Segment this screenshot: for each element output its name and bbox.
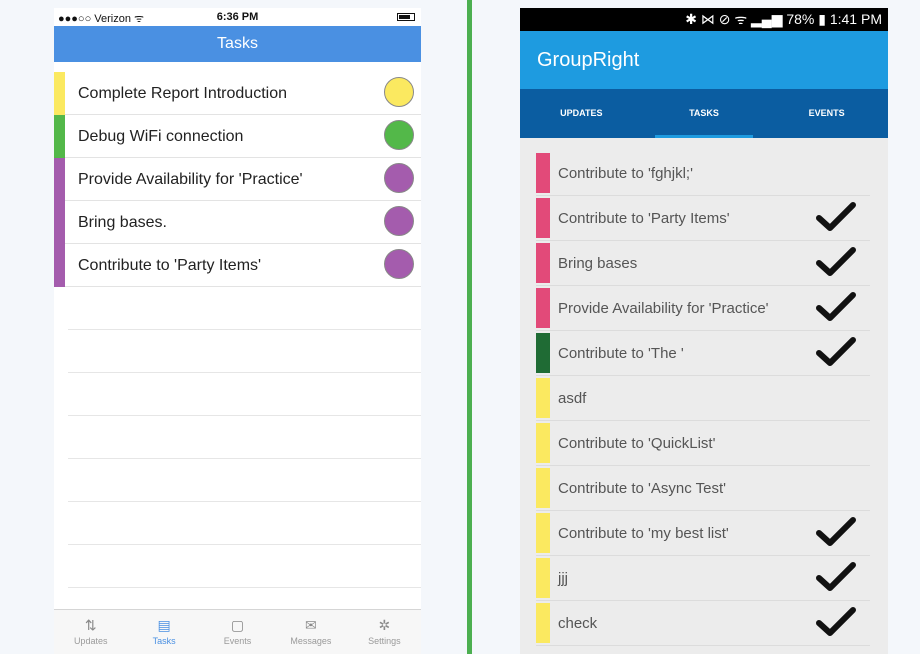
empty-row: [68, 330, 421, 373]
task-color-strip: [536, 378, 550, 418]
task-color-strip: [54, 201, 65, 244]
task-label: Contribute to 'QuickList': [558, 435, 716, 452]
task-row[interactable]: Complete Report Introduction: [54, 72, 421, 115]
empty-row: [68, 459, 421, 502]
task-row[interactable]: Contribute to 'Party Items': [536, 196, 870, 241]
task-label: Contribute to 'fghjkl;': [558, 165, 693, 182]
empty-row: [68, 416, 421, 459]
task-row[interactable]: Bring bases: [536, 241, 870, 286]
task-color-strip: [536, 558, 550, 598]
app-title: GroupRight: [520, 31, 888, 89]
task-label: Contribute to 'Party Items': [78, 257, 262, 274]
task-label: Bring bases: [558, 255, 638, 272]
task-row[interactable]: Contribute to 'QuickList': [536, 421, 870, 466]
task-color-strip: [536, 288, 550, 328]
empty-row: [68, 373, 421, 416]
task-row[interactable]: Bring bases.: [54, 201, 421, 244]
task-color-strip: [536, 603, 550, 643]
tab-label: Messages: [290, 636, 332, 646]
task-color-strip: [54, 115, 65, 158]
task-row[interactable]: Provide Availability for 'Practice': [536, 286, 870, 331]
status-circle-icon[interactable]: [384, 120, 414, 150]
ios-status-bar: ●●●○○ Verizon ᯤ 6:36 PM: [54, 8, 421, 26]
task-row[interactable]: jjj: [536, 556, 870, 601]
checkmark-icon[interactable]: [816, 560, 856, 596]
empty-row: [68, 287, 421, 330]
task-color-strip: [536, 423, 550, 463]
tab-updates[interactable]: ⇅ Updates: [54, 610, 127, 654]
page-title: Tasks: [54, 26, 421, 62]
ios-tab-bar: ⇅ Updates ▤ Tasks ▢ Events ✉ Messages ✲ Settings: [54, 609, 421, 654]
task-color-strip: [54, 158, 65, 201]
task-label: Bring bases.: [78, 214, 167, 231]
task-row[interactable]: Contribute to 'my best list': [536, 511, 870, 556]
status-circle-icon[interactable]: [384, 77, 414, 107]
task-color-strip: [536, 153, 550, 193]
tab-tasks[interactable]: ▤ Tasks: [127, 610, 200, 654]
green-divider: [467, 0, 472, 654]
task-row[interactable]: Contribute to 'Async Test': [536, 466, 870, 511]
gear-icon: ✲: [378, 617, 391, 633]
tab-settings[interactable]: ✲ Settings: [348, 610, 421, 654]
task-row[interactable]: check: [536, 601, 870, 646]
tab-label: Settings: [368, 636, 401, 646]
task-row[interactable]: Contribute to 'Party Items': [54, 244, 421, 287]
android-tab-strip: UPDATES TASKS EVENTS: [520, 89, 888, 138]
task-label: jjj: [558, 570, 568, 587]
status-time: 6:36 PM: [216, 11, 259, 23]
empty-row: [68, 545, 421, 588]
empty-row: [68, 502, 421, 545]
task-label: Contribute to 'my best list': [558, 525, 729, 542]
tab-label: Events: [223, 636, 252, 646]
checkmark-icon[interactable]: [816, 245, 856, 281]
ios-screen: ●●●○○ Verizon ᯤ 6:36 PM Tasks Complete R…: [54, 8, 421, 654]
envelope-icon: ✉: [305, 617, 317, 633]
task-color-strip: [536, 468, 550, 508]
battery-icon: [397, 13, 415, 21]
status-circle-icon[interactable]: [384, 249, 414, 279]
task-color-strip: [536, 333, 550, 373]
task-row[interactable]: Debug WiFi connection: [54, 115, 421, 158]
tab-messages[interactable]: ✉ Messages: [274, 610, 347, 654]
task-color-strip: [54, 244, 65, 287]
calendar-icon: ▢: [230, 617, 245, 633]
updates-icon: ⇅: [84, 617, 97, 633]
tab-updates[interactable]: UPDATES: [520, 89, 643, 138]
task-color-strip: [536, 243, 550, 283]
android-status-bar: ✱ ⋈ ⊘ ᯤ ▂▄▆ 78% ▮ 1:41 PM: [520, 8, 888, 31]
checkmark-icon[interactable]: [816, 515, 856, 551]
task-row[interactable]: Provide Availability for 'Practice': [54, 158, 421, 201]
task-label: asdf: [558, 390, 587, 407]
status-circle-icon[interactable]: [384, 163, 414, 193]
tab-events[interactable]: EVENTS: [765, 89, 888, 138]
task-color-strip: [536, 198, 550, 238]
task-color-strip: [536, 513, 550, 553]
ios-task-list: Complete Report Introduction Debug WiFi c…: [54, 72, 421, 588]
task-label: Provide Availability for 'Practice': [558, 300, 769, 317]
task-label: Contribute to 'The ': [558, 345, 684, 362]
status-circle-icon[interactable]: [384, 206, 414, 236]
task-label: Contribute to 'Async Test': [558, 480, 727, 497]
checkmark-icon[interactable]: [816, 605, 856, 641]
tab-events[interactable]: ▢ Events: [201, 610, 274, 654]
tab-label: Tasks: [152, 636, 176, 646]
task-row[interactable]: asdf: [536, 376, 870, 421]
task-label: check: [558, 615, 598, 632]
tab-tasks[interactable]: TASKS: [643, 89, 766, 138]
task-label: Debug WiFi connection: [78, 128, 244, 145]
task-label: Contribute to 'Party Items': [558, 210, 730, 227]
task-color-strip: [54, 72, 65, 115]
clipboard-icon: ▤: [157, 617, 171, 633]
android-screen: ✱ ⋈ ⊘ ᯤ ▂▄▆ 78% ▮ 1:41 PM GroupRight UPD…: [520, 8, 888, 654]
checkmark-icon[interactable]: [816, 290, 856, 326]
task-row[interactable]: Contribute to 'fghjkl;': [536, 151, 870, 196]
tab-label: Updates: [73, 636, 108, 646]
android-task-list: Contribute to 'fghjkl;' Contribute to 'Pa…: [536, 151, 870, 646]
task-row[interactable]: Contribute to 'The ': [536, 331, 870, 376]
task-label: Provide Availability for 'Practice': [78, 171, 303, 188]
checkmark-icon[interactable]: [816, 335, 856, 371]
task-label: Complete Report Introduction: [78, 85, 287, 102]
checkmark-icon[interactable]: [816, 200, 856, 236]
